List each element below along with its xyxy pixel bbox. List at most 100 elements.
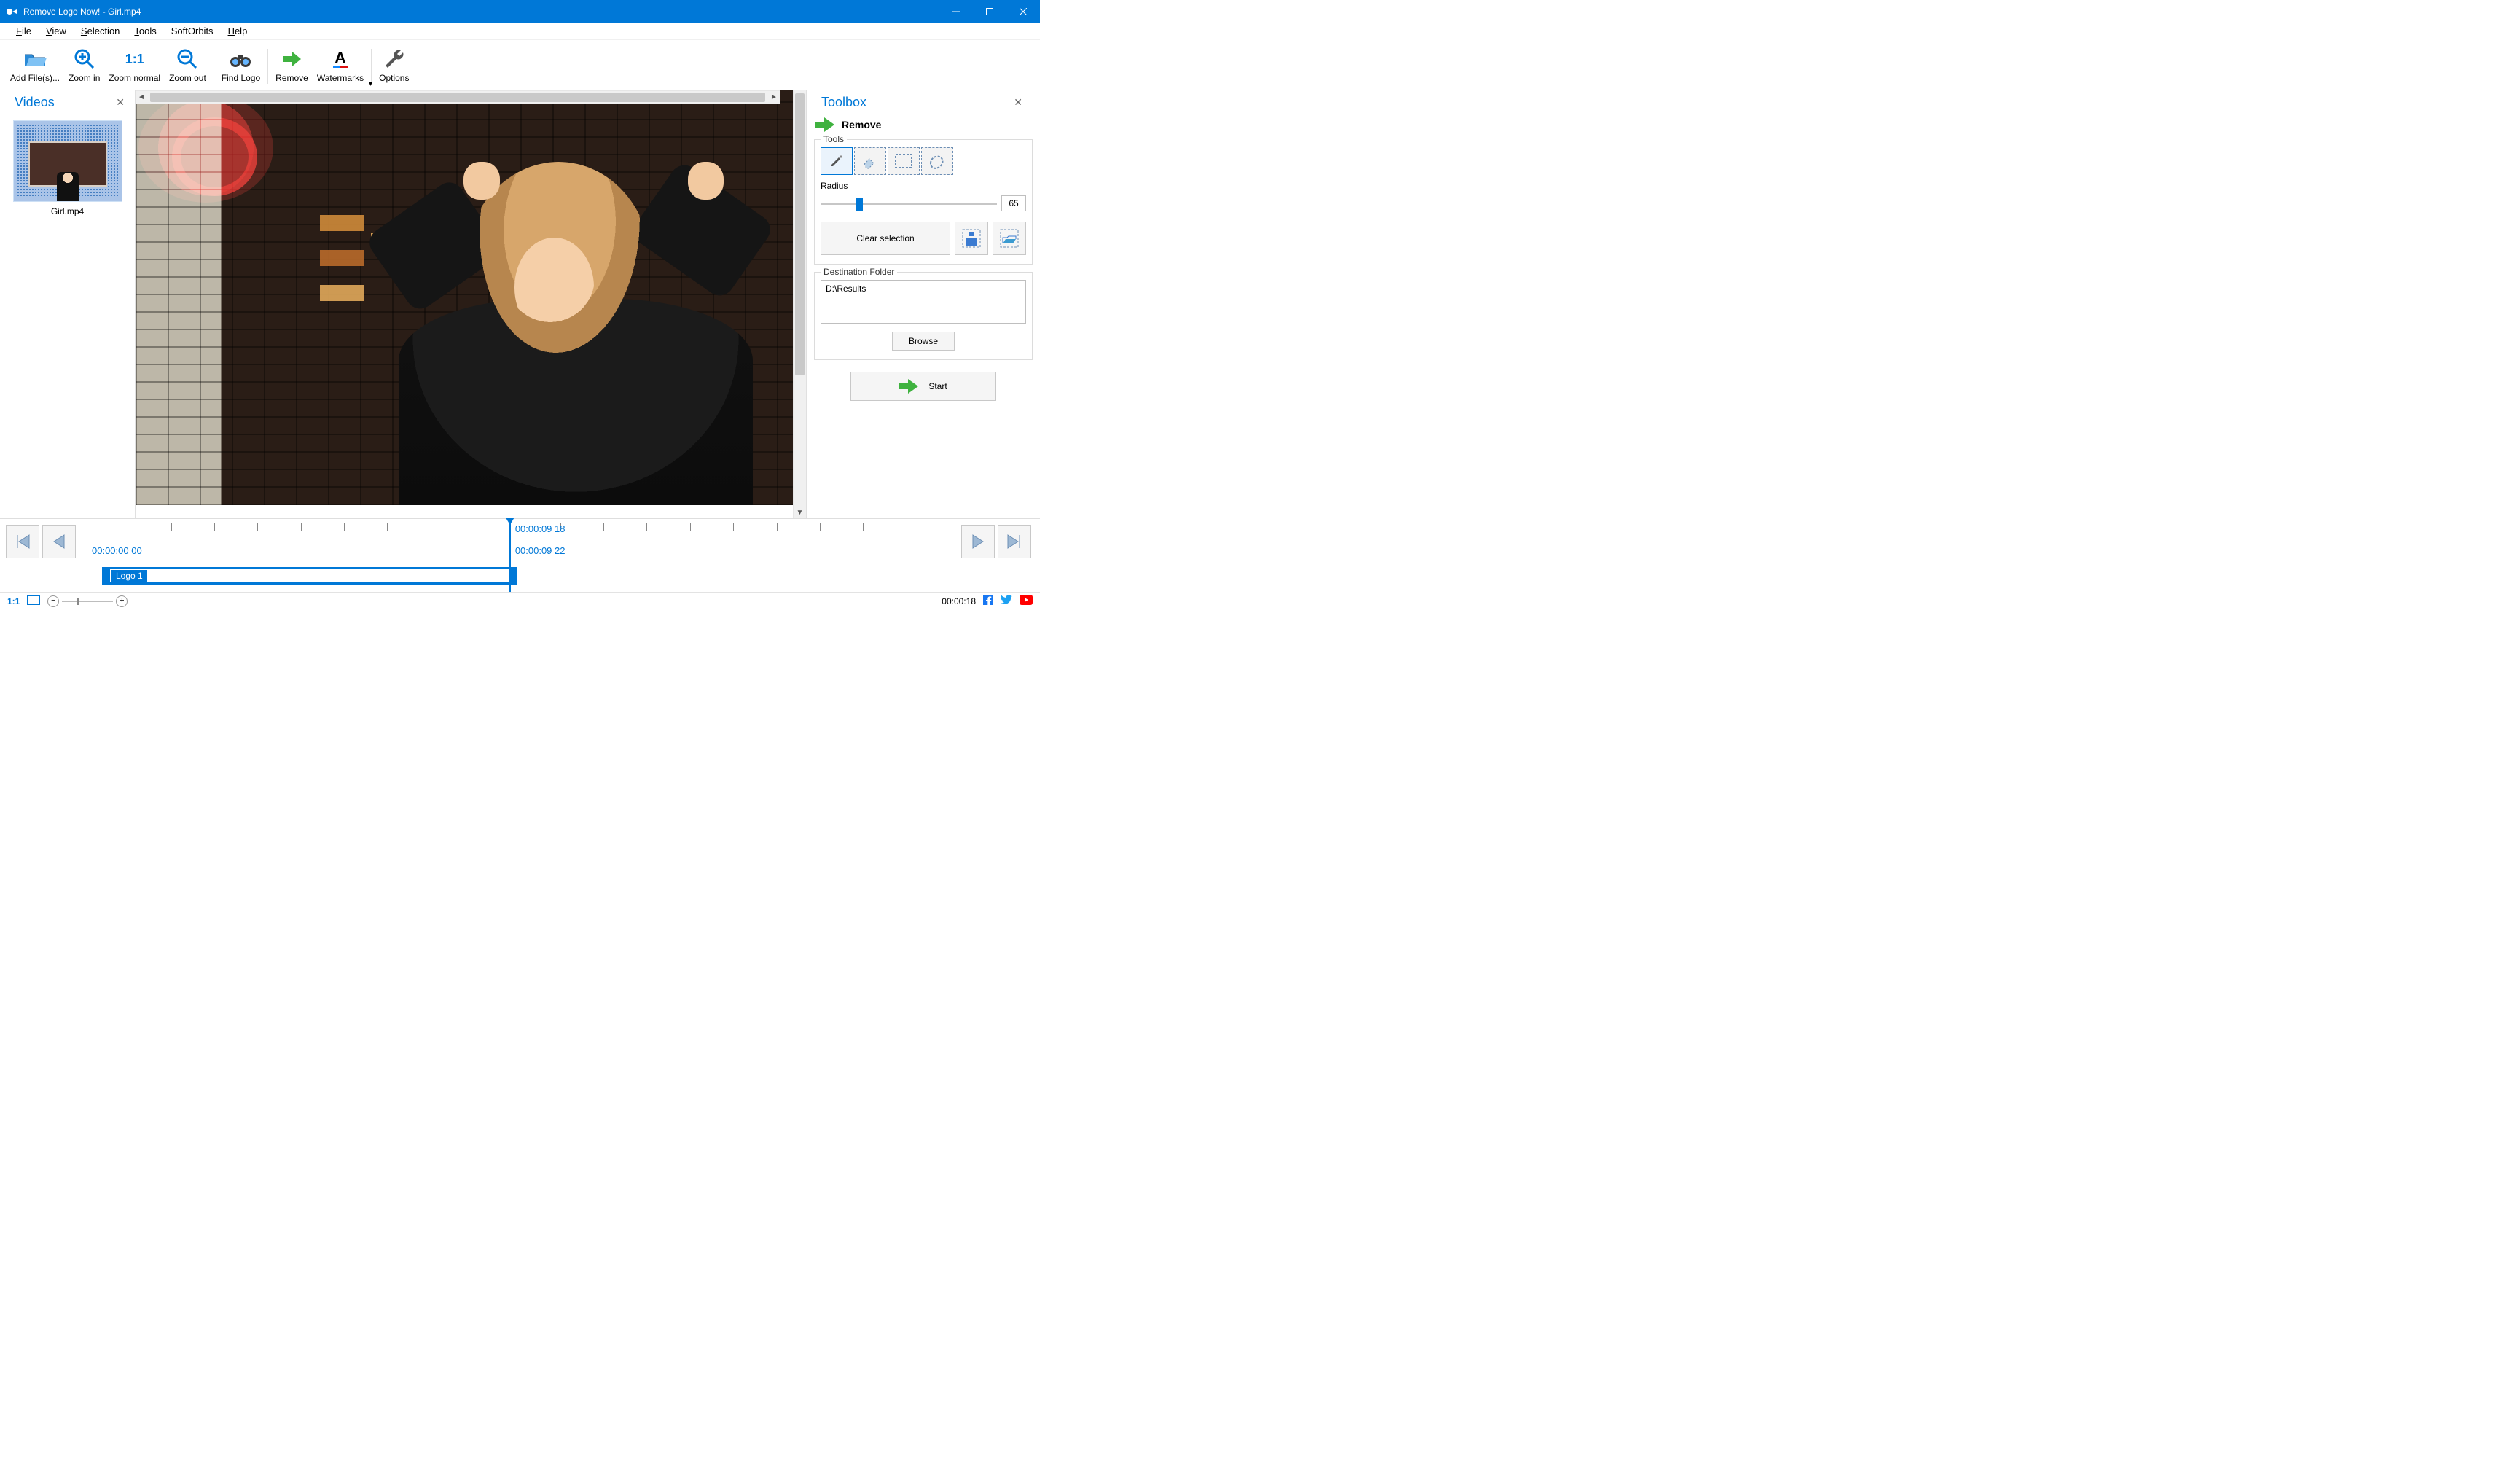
logo-selection-overlay[interactable] [138,93,273,203]
toolbar-watermarks[interactable]: A Watermarks [313,44,368,88]
folder-open-icon [23,47,47,71]
video-list-item[interactable]: Girl.mp4 [0,114,135,222]
toolbar-overflow-button[interactable]: ▾ [367,80,374,88]
timeline: 00:00:09 18 00:00:00 00 00:00:09 22 Logo… [0,518,1040,592]
menu-softorbits[interactable]: SoftOrbits [164,24,221,38]
arrow-right-green-icon [281,47,304,71]
menu-tools[interactable]: Tools [127,24,163,38]
facebook-icon[interactable] [983,595,993,607]
toolbar-zoom-in-label: Zoom in [69,74,100,84]
destination-folder-input[interactable] [821,280,1026,324]
menu-selection[interactable]: Selection [74,24,127,38]
zoom-out-small-button[interactable]: − [47,595,59,607]
toolbar-separator [267,49,268,84]
scroll-thumb[interactable] [795,93,805,376]
timeline-step-forward-button[interactable] [961,525,995,558]
timeline-logo-track[interactable]: Logo 1 [96,566,944,592]
toolbar-zoom-normal-label: Zoom normal [109,74,160,84]
toolbar-zoom-in[interactable]: Zoom in [64,44,104,88]
destination-group: Destination Folder Browse [814,272,1033,360]
preview-area: ◄ ► ▲ ▼ [136,90,806,518]
toolbox-panel: Toolbox ✕ Remove Tools [806,90,1040,518]
browse-label: Browse [909,336,938,346]
logo-range-label: Logo 1 [111,570,147,582]
window-close-button[interactable] [1006,0,1040,23]
timeline-goto-end-button[interactable] [998,525,1031,558]
zoom-normal-icon: 1:1 [123,47,146,71]
text-a-icon: A [329,47,352,71]
tool-eraser[interactable] [854,147,886,175]
browse-button[interactable]: Browse [892,332,955,351]
toolbar-add-files-label: Add File(s)... [10,74,60,84]
start-label: Start [928,381,947,391]
toolbox-section-label: Remove [842,119,881,130]
twitter-icon[interactable] [1001,595,1012,607]
youtube-icon[interactable] [1020,595,1033,607]
start-button[interactable]: Start [850,372,996,401]
toolbar-add-files[interactable]: Add File(s)... [6,44,64,88]
menu-view[interactable]: View [39,24,74,38]
window-maximize-button[interactable] [973,0,1006,23]
radius-slider[interactable] [821,197,997,211]
toolbar-zoom-out[interactable]: Zoom out [165,44,211,88]
wrench-icon [383,47,406,71]
tool-freeform-select[interactable] [921,147,953,175]
menu-file[interactable]: File [9,24,39,38]
main-area: Videos ✕ Girl.mp4 [0,90,1040,518]
menu-help[interactable]: Help [221,24,255,38]
tools-legend: Tools [821,134,847,144]
svg-text:A: A [334,49,346,67]
toolbox-panel-close-icon[interactable]: ✕ [1011,96,1025,109]
toolbar-remove[interactable]: Remove [271,44,313,88]
timeline-current-label: 00:00:09 22 [515,545,566,556]
timeline-ruler[interactable]: 00:00:09 18 00:00:00 00 00:00:09 22 [85,519,950,566]
social-links [983,595,1033,607]
window-minimize-button[interactable] [939,0,973,23]
preview-canvas[interactable]: ◄ ► [136,90,793,518]
toolbar-remove-label: Remove [275,73,308,83]
destination-legend: Destination Folder [821,267,897,277]
preview-vertical-scrollbar[interactable]: ▲ ▼ [793,90,806,518]
scroll-down-icon[interactable]: ▼ [794,507,806,518]
videos-panel-title: Videos [15,95,113,110]
save-mask-button[interactable] [955,222,988,255]
fit-to-screen-icon[interactable] [27,595,40,607]
timeline-goto-start-button[interactable] [6,525,39,558]
arrow-right-green-icon [815,117,834,132]
toolbar-watermarks-label: Watermarks [317,74,364,84]
toolbox-panel-title: Toolbox [821,95,1011,110]
timeline-start-label: 00:00:00 00 [92,545,142,556]
timeline-playhead-label: 00:00:09 18 [515,523,566,534]
window-title: Remove Logo Now! - Girl.mp4 [23,7,141,17]
logo-range-bar[interactable]: Logo 1 [102,567,517,585]
videos-panel-close-icon[interactable]: ✕ [113,96,128,109]
zoom-in-small-button[interactable]: + [116,595,128,607]
tools-group: Tools Radius [814,139,1033,265]
toolbar-zoom-normal[interactable]: 1:1 Zoom normal [104,44,165,88]
toolbar-separator [371,49,372,84]
load-mask-button[interactable] [993,222,1026,255]
toolbar-find-logo[interactable]: Find Logo [217,44,265,88]
slider-thumb[interactable] [856,198,863,211]
clear-selection-button[interactable]: Clear selection [821,222,950,255]
videos-panel: Videos ✕ Girl.mp4 [0,90,136,518]
timeline-step-back-button[interactable] [42,525,76,558]
app-icon [6,6,17,17]
preview-horizontal-scrollbar[interactable]: ◄ ► [136,90,780,104]
status-bar: 1:1 − + 00:00:18 [0,592,1040,609]
tool-marker[interactable] [821,147,853,175]
radius-value[interactable]: 65 [1001,195,1026,211]
tool-rectangle-select[interactable] [888,147,920,175]
toolbar-options[interactable]: Options [375,44,413,88]
menu-bar: File View Selection Tools SoftOrbits Hel… [0,23,1040,40]
clear-selection-label: Clear selection [856,233,914,243]
zoom-out-icon [176,47,199,71]
scroll-left-icon[interactable]: ◄ [136,91,147,104]
video-frame [136,90,793,505]
scroll-right-icon[interactable]: ► [768,91,780,104]
radius-label: Radius [821,181,1026,191]
scroll-thumb[interactable] [150,93,765,102]
zoom-slider[interactable] [62,601,113,602]
status-duration: 00:00:18 [942,596,976,606]
zoom-in-icon [73,47,96,71]
